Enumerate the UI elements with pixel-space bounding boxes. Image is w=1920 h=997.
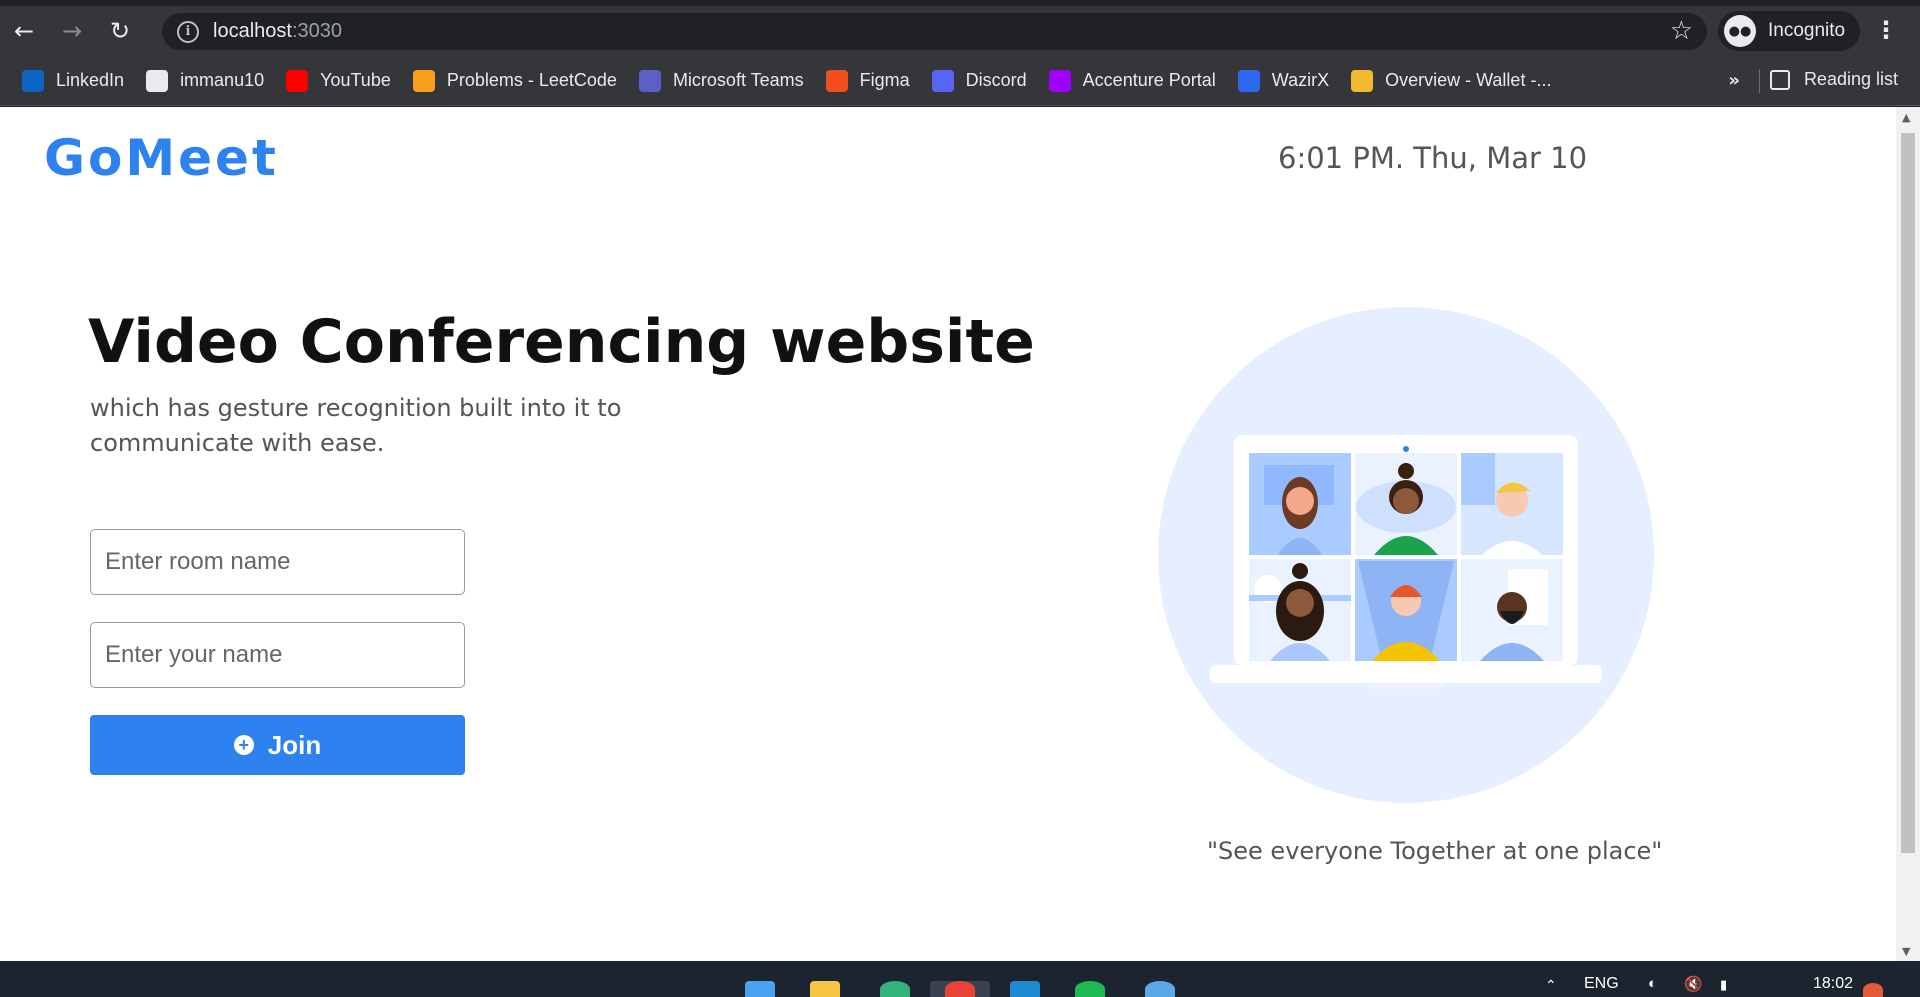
bookmark-item[interactable]: Figma <box>825 69 910 92</box>
bookmarks-divider <box>1759 69 1760 93</box>
person-1-face <box>1286 487 1314 515</box>
volume-muted-icon[interactable]: 🔇 <box>1684 975 1703 993</box>
bookmark-label: immanu10 <box>180 70 265 90</box>
taskbar-clock[interactable]: 18:02 <box>1813 975 1853 993</box>
url-port: :3030 <box>291 20 342 42</box>
vscode-icon[interactable] <box>1010 981 1040 997</box>
taskbar-app-icon[interactable] <box>880 981 910 997</box>
video-conference-illustration <box>1158 307 1654 803</box>
bookmark-item[interactable]: Microsoft Teams <box>638 69 804 92</box>
bookmark-item[interactable]: WazirX <box>1237 69 1330 92</box>
binance-icon <box>1351 69 1374 92</box>
wazirx-icon <box>1237 69 1260 92</box>
app-logo[interactable]: GoMeet <box>44 129 279 187</box>
os-taskbar: ⌃ ENG ◐ 🔇 ▮ 18:02 <box>0 961 1920 997</box>
scroll-up-icon[interactable]: ▲ <box>1902 111 1910 124</box>
reading-list-button[interactable]: Reading list <box>1769 69 1898 90</box>
bookmark-label: Accenture Portal <box>1082 70 1216 90</box>
bookmark-item[interactable]: LinkedIn <box>22 69 125 92</box>
url-host: localhost <box>213 20 292 42</box>
tray-chevron-icon[interactable]: ⌃ <box>1545 977 1557 994</box>
bookmarks-bar: LinkedIn immanu10 YouTube Problems - LeetCo… <box>0 56 1920 106</box>
bookmark-label: YouTube <box>320 70 391 90</box>
bookmark-label: Problems - LeetCode <box>446 70 617 90</box>
browser-menu-icon[interactable]: ⋮ <box>1874 18 1898 42</box>
youtube-icon <box>286 69 309 92</box>
laptop-foot <box>1368 683 1444 689</box>
accenture-icon <box>1048 69 1071 92</box>
reload-icon[interactable]: ↻ <box>96 6 144 56</box>
bookmarks-overflow-button[interactable]: » <box>1728 70 1740 91</box>
reading-list-label: Reading list <box>1803 69 1898 89</box>
site-info-icon[interactable]: i <box>177 20 199 43</box>
leetcode-icon <box>412 69 435 92</box>
bookmark-label: Figma <box>859 70 910 90</box>
bookmark-label: Discord <box>965 70 1027 90</box>
linkedin-icon <box>22 69 44 92</box>
forward-icon[interactable]: → <box>48 6 96 56</box>
address-bar[interactable]: i localhost:3030 ☆ <box>162 13 1707 50</box>
person-4-face <box>1286 589 1314 617</box>
room-name-input[interactable] <box>90 529 465 595</box>
url-text[interactable]: localhost:3030 <box>213 20 342 43</box>
page-viewport: GoMeet 6:01 PM. Thu, Mar 10 Video Confer… <box>0 107 1896 961</box>
join-label: Join <box>267 729 322 760</box>
incognito-profile-button[interactable]: ●● Incognito <box>1718 11 1860 51</box>
wifi-icon[interactable]: ◐ <box>1648 975 1657 992</box>
illustration-caption: "See everyone Together at one place" <box>1207 837 1663 865</box>
file-explorer-icon[interactable] <box>810 981 840 997</box>
github-icon <box>146 69 169 92</box>
join-button[interactable]: + Join <box>90 715 465 775</box>
chrome-icon <box>945 981 975 997</box>
bookmark-item[interactable]: Problems - LeetCode <box>412 69 617 92</box>
user-name-input[interactable] <box>90 622 465 688</box>
tile-3-window <box>1461 453 1495 505</box>
person-2-face <box>1393 488 1419 514</box>
bookmark-item[interactable]: YouTube <box>286 69 391 92</box>
bookmark-item[interactable]: Overview - Wallet -... <box>1351 69 1552 92</box>
laptop-base <box>1210 665 1602 683</box>
bookmark-label: Overview - Wallet -... <box>1385 70 1552 90</box>
back-icon[interactable]: ← <box>0 6 48 56</box>
globe-app-icon[interactable] <box>1145 981 1175 997</box>
figma-icon <box>825 69 848 92</box>
spotify-icon[interactable] <box>1075 981 1105 997</box>
page-scrollbar[interactable]: ▲ ▼ <box>1896 107 1920 961</box>
bookmark-item[interactable]: Discord <box>931 69 1027 92</box>
start-menu-icon[interactable] <box>745 981 775 997</box>
keyboard-language[interactable]: ENG <box>1584 975 1619 993</box>
bookmark-item[interactable]: immanu10 <box>146 69 265 92</box>
bookmark-item[interactable]: Accenture Portal <box>1048 69 1216 92</box>
bookmark-label: WazirX <box>1271 70 1330 90</box>
laptop-camera <box>1403 446 1409 452</box>
hero-title: Video Conferencing website <box>88 307 1035 377</box>
incognito-icon: ●● <box>1724 15 1756 47</box>
bookmark-star-icon[interactable]: ☆ <box>1670 16 1693 46</box>
person-2-bun <box>1398 463 1414 479</box>
reading-list-icon <box>1769 69 1790 90</box>
battery-icon[interactable]: ▮ <box>1720 977 1727 993</box>
hero-subtitle: which has gesture recognition built into… <box>90 394 622 457</box>
bookmark-label: Microsoft Teams <box>672 70 804 90</box>
notification-badge-icon[interactable] <box>1863 983 1883 997</box>
browser-toolbar: ← → ↻ i localhost:3030 ☆ ●● Incognito ⋮ <box>0 6 1920 56</box>
teams-icon <box>638 69 661 92</box>
incognito-label: Incognito <box>1768 20 1846 41</box>
discord-icon <box>931 69 954 92</box>
scrollbar-thumb[interactable] <box>1901 133 1915 853</box>
person-4-bun <box>1292 563 1308 579</box>
plus-circle-icon: + <box>233 735 254 755</box>
current-time: 6:01 PM. Thu, Mar 10 <box>1278 141 1588 175</box>
scroll-down-icon[interactable]: ▼ <box>1902 945 1910 958</box>
bookmark-label: LinkedIn <box>56 70 125 90</box>
